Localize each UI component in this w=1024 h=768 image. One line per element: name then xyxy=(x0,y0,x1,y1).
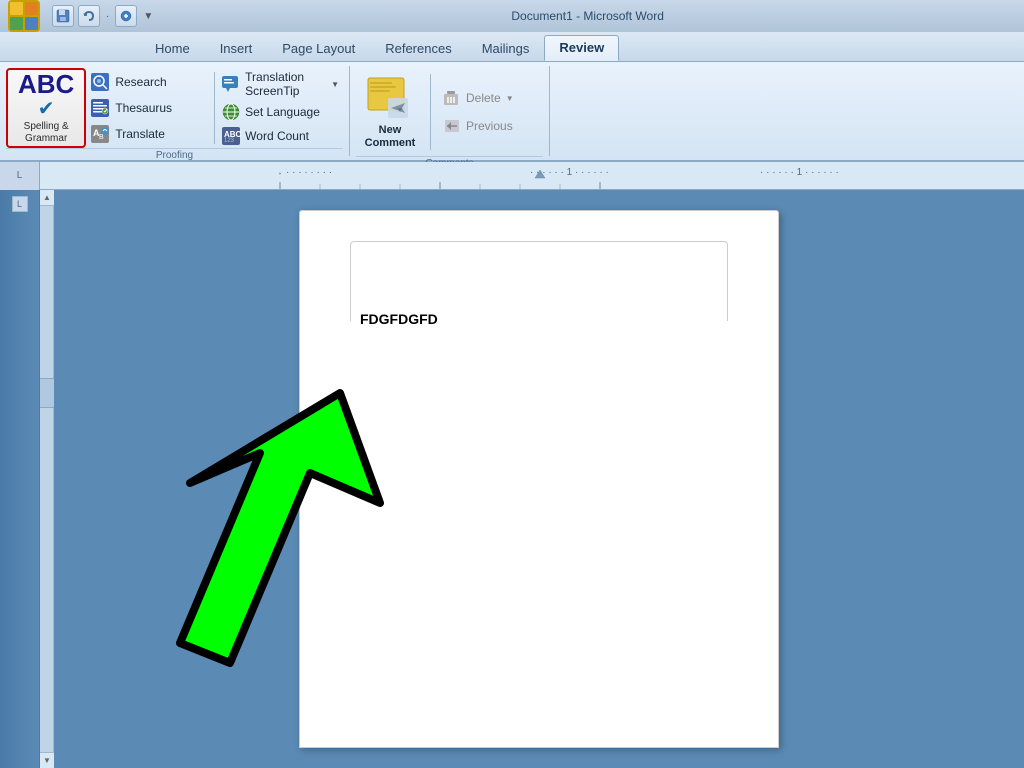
tab-insert[interactable]: Insert xyxy=(205,36,268,61)
delete-label: Delete xyxy=(466,91,501,105)
new-comment-label: New Comment xyxy=(365,124,416,150)
main-area: L ▲ ▼ FDGFDGFD xyxy=(0,190,1024,768)
tab-review[interactable]: Review xyxy=(544,35,619,61)
new-comment-icon xyxy=(364,74,416,122)
proofing-tools: Research T xyxy=(86,70,212,146)
thesaurus-label: Thesaurus xyxy=(115,101,172,115)
set-language-label: Set Language xyxy=(245,105,320,119)
office-logo[interactable] xyxy=(8,0,40,32)
ruler-area: L · · · · · · · · · · · · · · · xyxy=(0,162,1024,190)
set-language-button[interactable]: Set Language xyxy=(217,101,343,123)
save-button[interactable] xyxy=(52,5,74,27)
svg-text:· · · · · · · ·: · · · · · · · · xyxy=(286,167,332,178)
word-count-button[interactable]: ABC 123 Word Count xyxy=(217,125,343,147)
page-header-box xyxy=(350,241,728,321)
research-icon xyxy=(90,72,110,92)
proofing-group: ABC ✔ Spelling & Grammar xyxy=(0,66,350,156)
vertical-scrollbar[interactable]: ▲ ▼ xyxy=(40,190,54,768)
previous-button[interactable]: Previous xyxy=(437,114,518,138)
translation-screentip-button[interactable]: Translation ScreenTip ▼ xyxy=(217,69,343,99)
set-language-icon xyxy=(221,102,241,122)
svg-text:· · · · · · 1 · · · · · ·: · · · · · · 1 · · · · · · xyxy=(760,167,839,178)
separator xyxy=(214,72,215,144)
svg-text:· · · · · · 1 · · · · · ·: · · · · · · 1 · · · · · · xyxy=(530,167,609,178)
new-comment-button[interactable]: New Comment xyxy=(356,70,424,154)
delete-icon xyxy=(441,88,461,108)
window-title: Document1 - Microsoft Word xyxy=(159,9,1016,23)
svg-text:·: · xyxy=(279,168,282,178)
translation-screentip-icon xyxy=(221,74,241,94)
ribbon: ABC ✔ Spelling & Grammar xyxy=(0,62,1024,162)
delete-button[interactable]: Delete ▼ xyxy=(437,86,518,110)
tab-references[interactable]: References xyxy=(370,36,466,61)
comments-tools: New Comment xyxy=(356,68,543,156)
thesaurus-button[interactable]: Thesaurus xyxy=(86,96,212,120)
tab-page-layout[interactable]: Page Layout xyxy=(267,36,370,61)
comments-group: New Comment xyxy=(350,66,550,156)
spelling-check-icon: ✔ xyxy=(38,99,55,119)
research-label: Research xyxy=(115,75,166,89)
tab-home[interactable]: Home xyxy=(140,36,205,61)
translate-icon: A B xyxy=(90,124,110,144)
previous-label: Previous xyxy=(466,119,513,133)
horizontal-ruler: · · · · · · · · · · · · · · · 1 · · · · … xyxy=(40,162,1024,189)
delete-arrow: ▼ xyxy=(506,94,514,103)
separator2 xyxy=(430,74,431,150)
translate-label: Translate xyxy=(115,127,165,141)
tab-mailings[interactable]: Mailings xyxy=(467,36,545,61)
svg-text:B: B xyxy=(99,134,104,141)
word-count-icon: ABC 123 xyxy=(221,126,241,146)
proofing-group-label: Proofing xyxy=(6,148,343,163)
left-panel: L xyxy=(0,190,40,768)
comment-actions: Delete ▼ Previous xyxy=(437,86,518,138)
ribbon-tabs: Home Insert Page Layout References Maili… xyxy=(0,32,1024,62)
previous-icon xyxy=(441,116,461,136)
svg-text:123: 123 xyxy=(224,138,235,144)
translation-tools: Translation ScreenTip ▼ Set La xyxy=(217,69,343,147)
thesaurus-icon xyxy=(90,98,110,118)
ruler-corner[interactable]: L xyxy=(0,162,40,190)
left-panel-button[interactable]: L xyxy=(12,196,28,212)
document-area[interactable]: FDGFDGFD xyxy=(54,190,1024,768)
document-page[interactable]: FDGFDGFD xyxy=(299,210,779,748)
word-count-label: Word Count xyxy=(245,129,309,143)
translate-button[interactable]: A B Translate xyxy=(86,122,212,146)
research-button[interactable]: Research xyxy=(86,70,212,94)
spelling-label: Spelling & Grammar xyxy=(24,121,69,145)
quick-access-toolbar: · ▼ xyxy=(52,5,155,27)
title-bar: · ▼ Document1 - Microsoft Word xyxy=(0,0,1024,32)
customize-qat-button[interactable] xyxy=(115,5,137,27)
spelling-grammar-button[interactable]: ABC ✔ Spelling & Grammar xyxy=(6,68,86,148)
undo-button[interactable] xyxy=(78,5,100,27)
translation-screentip-label: Translation ScreenTip xyxy=(245,70,327,98)
spelling-abc-text: ABC xyxy=(18,71,74,97)
translation-screentip-arrow: ▼ xyxy=(331,80,339,89)
